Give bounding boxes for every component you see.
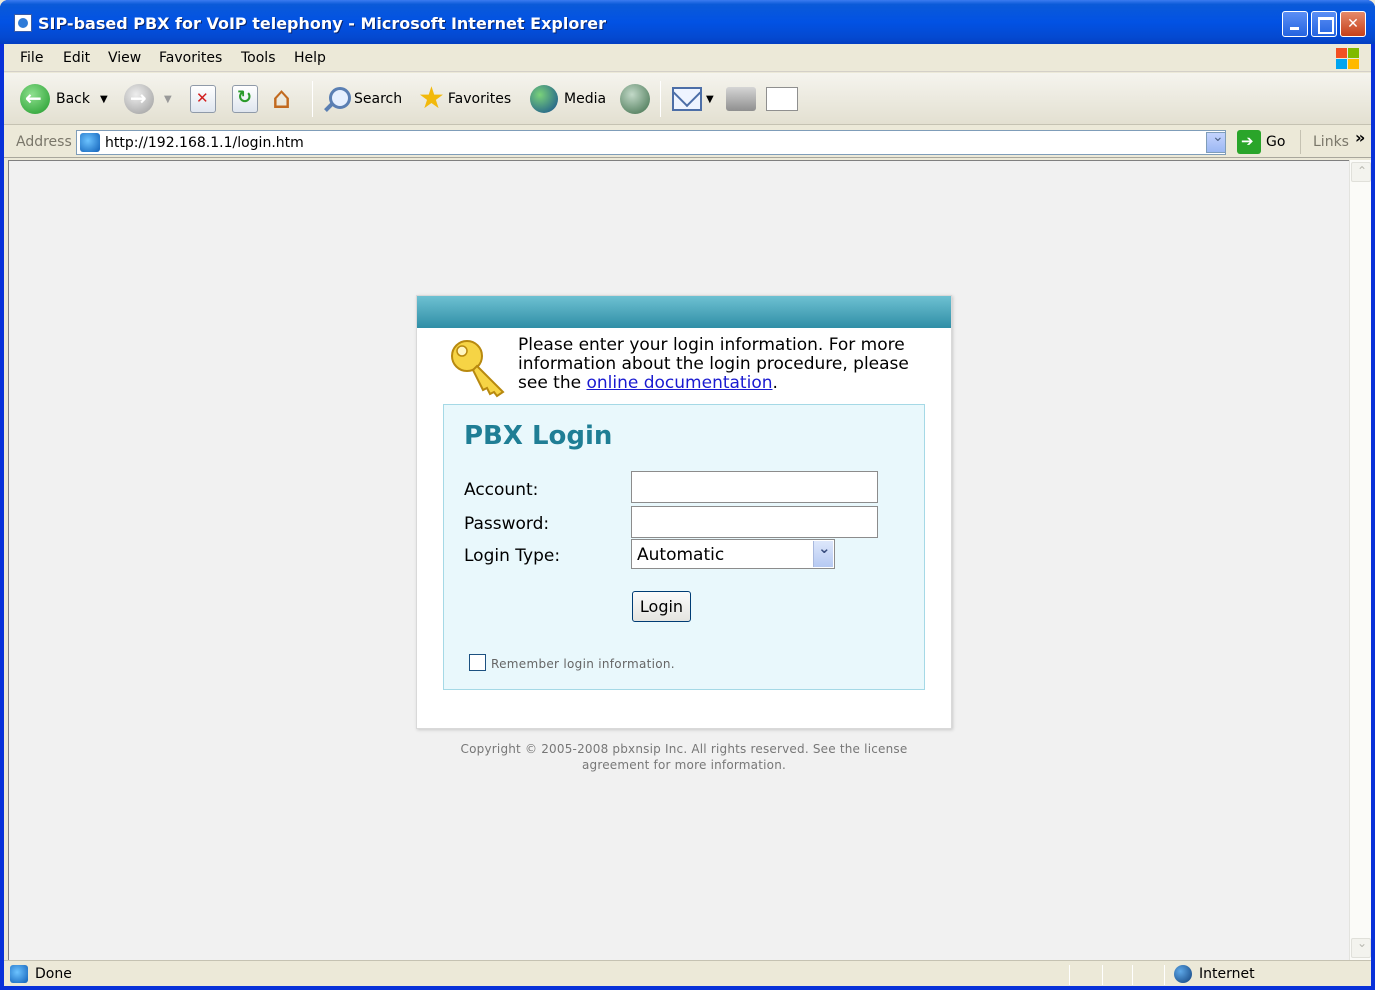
stop-icon	[190, 85, 216, 113]
search-label: Search	[354, 91, 403, 107]
status-separator	[1069, 965, 1070, 985]
minimize-button[interactable]	[1282, 11, 1308, 37]
page-icon	[80, 133, 100, 152]
go-arrow-icon[interactable]	[1237, 130, 1261, 154]
window-title: SIP-based PBX for VoIP telephony - Micro…	[38, 14, 606, 33]
history-icon	[620, 84, 650, 114]
page-viewport: Please enter your login information. For…	[8, 160, 1349, 960]
favorites-label: Favorites	[447, 91, 512, 107]
home-icon	[272, 81, 298, 116]
address-bar: Address http://192.168.1.1/login.htm Go …	[4, 126, 1371, 158]
menu-tools[interactable]: Tools	[241, 50, 276, 66]
password-label: Password:	[464, 514, 550, 534]
standard-toolbar: Back ▼ ▼ Search ★ Favorites Media	[4, 73, 1371, 125]
media-button[interactable]: Media	[530, 83, 606, 115]
mail-dropdown-icon[interactable]: ▼	[706, 94, 714, 105]
printer-icon	[726, 87, 756, 111]
toolbar-separator	[660, 81, 661, 117]
mail-icon	[672, 87, 702, 111]
browser-window: SIP-based PBX for VoIP telephony - Micro…	[0, 0, 1375, 990]
forward-button[interactable]: ▼	[124, 83, 172, 115]
remember-checkbox[interactable]	[469, 654, 486, 671]
menu-bar: File Edit View Favorites Tools Help	[4, 44, 1371, 72]
internet-zone-icon	[1174, 965, 1192, 983]
search-button[interactable]: Search	[322, 83, 402, 115]
address-label: Address	[16, 134, 72, 150]
refresh-button[interactable]	[232, 83, 258, 115]
login-intro-text: Please enter your login information. For…	[518, 336, 938, 393]
password-input[interactable]	[631, 506, 878, 538]
history-button[interactable]	[620, 83, 650, 115]
account-input[interactable]	[631, 471, 878, 503]
close-icon: ✕	[1347, 16, 1359, 32]
mail-button[interactable]: ▼	[672, 83, 714, 115]
status-separator	[1132, 965, 1133, 985]
account-label: Account:	[464, 480, 539, 500]
edit-icon	[766, 87, 798, 111]
online-documentation-link[interactable]: online documentation	[586, 373, 772, 393]
links-label[interactable]: Links	[1313, 134, 1349, 150]
home-button[interactable]	[272, 81, 298, 116]
back-button[interactable]: Back ▼	[20, 83, 108, 115]
print-button[interactable]	[726, 83, 756, 115]
star-icon: ★	[418, 81, 445, 116]
links-chevron-icon[interactable]: »	[1355, 128, 1365, 147]
toolbar-separator	[312, 81, 313, 117]
login-panel: Please enter your login information. For…	[416, 295, 952, 729]
back-label: Back	[56, 91, 90, 107]
forward-arrow-icon	[124, 84, 154, 114]
status-text: Done	[35, 966, 72, 982]
copyright-line-2: agreement for more information.	[581, 758, 787, 772]
favorites-button[interactable]: ★ Favorites	[418, 83, 511, 115]
copyright-line-1: Copyright © 2005-2008 pbxnsip Inc. All r…	[460, 742, 908, 756]
menu-view[interactable]: View	[108, 50, 141, 66]
login-type-select[interactable]: Automatic	[631, 539, 835, 569]
login-type-value: Automatic	[637, 545, 725, 565]
menu-edit[interactable]: Edit	[63, 50, 90, 66]
remember-label[interactable]: Remember login information.	[491, 657, 675, 671]
back-arrow-icon	[20, 84, 50, 114]
panel-header-bar	[417, 296, 951, 328]
login-title: PBX Login	[464, 421, 613, 451]
menu-file[interactable]: File	[20, 50, 43, 66]
ie-page-icon	[14, 14, 32, 32]
address-input[interactable]: http://192.168.1.1/login.htm	[76, 130, 1226, 155]
scroll-up-button[interactable]	[1351, 162, 1371, 182]
media-icon	[530, 85, 558, 113]
refresh-icon	[232, 85, 258, 113]
chevron-down-icon[interactable]	[813, 539, 833, 567]
copyright-text: Copyright © 2005-2008 pbxnsip Inc. All r…	[416, 741, 952, 773]
login-type-label: Login Type:	[464, 546, 561, 566]
windows-logo-icon	[1334, 46, 1360, 70]
status-bar: Done Internet	[4, 960, 1371, 986]
browser-client-area: File Edit View Favorites Tools Help Back…	[4, 44, 1371, 986]
key-icon	[451, 340, 505, 398]
login-form: PBX Login Account: Password: Login Type:…	[443, 404, 925, 690]
status-separator	[1102, 965, 1103, 985]
page-status-icon	[10, 965, 28, 983]
address-url[interactable]: http://192.168.1.1/login.htm	[105, 135, 304, 151]
forward-dropdown-icon[interactable]: ▼	[164, 94, 172, 105]
edit-button[interactable]	[766, 83, 798, 115]
security-zone-label: Internet	[1199, 966, 1255, 982]
magnifier-icon	[322, 85, 351, 113]
go-button[interactable]: Go	[1266, 134, 1285, 150]
stop-button[interactable]	[190, 83, 216, 115]
address-dropdown-button[interactable]	[1206, 129, 1226, 153]
maximize-button[interactable]	[1311, 11, 1337, 37]
vertical-scrollbar[interactable]	[1349, 160, 1371, 960]
media-label: Media	[564, 91, 607, 107]
links-separator	[1300, 130, 1301, 154]
title-bar[interactable]: SIP-based PBX for VoIP telephony - Micro…	[0, 0, 1375, 44]
intro-end: .	[772, 373, 778, 393]
status-separator	[1164, 965, 1165, 985]
back-dropdown-icon[interactable]: ▼	[100, 94, 108, 105]
menu-favorites[interactable]: Favorites	[159, 50, 222, 66]
close-button[interactable]: ✕	[1340, 11, 1366, 37]
menu-help[interactable]: Help	[294, 50, 326, 66]
scroll-down-button[interactable]	[1351, 936, 1371, 958]
login-button[interactable]: Login	[632, 591, 691, 622]
